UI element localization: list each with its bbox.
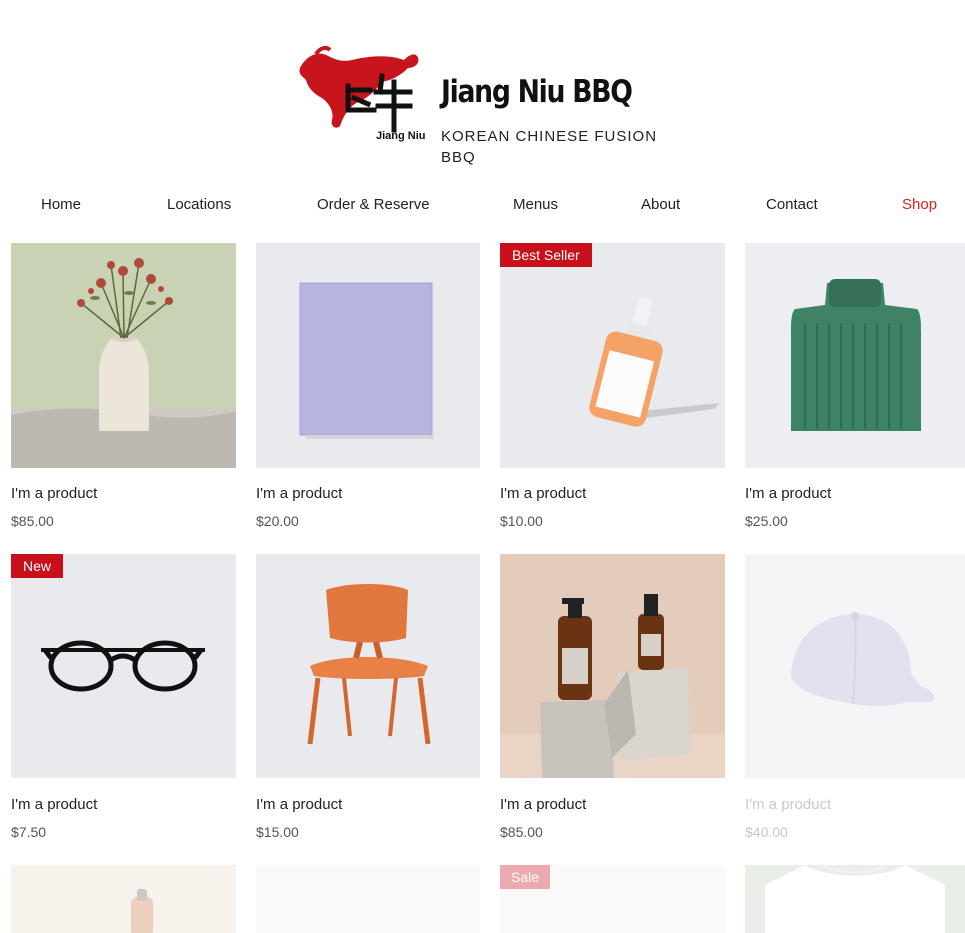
product-image-blank[interactable] — [256, 865, 481, 933]
product-price: $85.00 — [11, 513, 54, 529]
product-name[interactable]: I'm a product — [256, 485, 342, 502]
nav-item-home[interactable]: Home — [41, 196, 81, 213]
site-header: Jiang Niu Jiang Niu BBQ KOREAN CHINESE F… — [0, 0, 965, 180]
sale-badge: Sale — [500, 865, 551, 889]
nav-item-order-reserve[interactable]: Order & Reserve — [317, 196, 430, 213]
nav-item-locations[interactable]: Locations — [167, 196, 231, 213]
product-price: $15.00 — [256, 824, 299, 840]
product-gallery: I'm a product $85.00 I'm a product $20.0… — [0, 243, 965, 933]
product-image-chair[interactable] — [256, 554, 481, 779]
product-name[interactable]: I'm a product — [11, 796, 97, 813]
site-tagline: KOREAN CHINESE FUSION BBQ — [441, 128, 658, 166]
brand-logo[interactable]: Jiang Niu — [296, 45, 430, 144]
main-nav: Home Locations Order & Reserve Menus Abo… — [0, 196, 965, 224]
site-title[interactable]: Jiang Niu BBQ — [441, 74, 633, 110]
product-name[interactable]: I'm a product — [745, 796, 831, 813]
new-badge: New — [11, 554, 64, 578]
product-name[interactable]: I'm a product — [256, 796, 342, 813]
nav-item-menus[interactable]: Menus — [513, 196, 558, 213]
best-seller-badge: Best Seller — [500, 243, 592, 267]
product-price: $40.00 — [745, 824, 788, 840]
product-image-eyeglasses[interactable]: New — [11, 554, 236, 779]
product-image-sale-item[interactable]: Sale — [500, 865, 725, 933]
product-image-baseball-cap[interactable] — [745, 554, 965, 779]
product-name[interactable]: I'm a product — [745, 485, 831, 502]
nav-item-contact[interactable]: Contact — [766, 196, 818, 213]
product-name[interactable]: I'm a product — [500, 485, 586, 502]
product-price: $25.00 — [745, 513, 788, 529]
product-price: $7.50 — [11, 824, 47, 840]
product-image-water-bottle[interactable] — [11, 865, 236, 933]
product-image-tote-bag[interactable] — [256, 243, 481, 468]
product-image-serum-bottle[interactable]: Best Seller — [500, 243, 725, 468]
product-name[interactable]: I'm a product — [11, 485, 97, 502]
logo-text: Jiang Niu — [376, 130, 426, 142]
product-price: $85.00 — [500, 824, 543, 840]
product-name[interactable]: I'm a product — [500, 796, 586, 813]
nav-item-about[interactable]: About — [641, 196, 680, 213]
product-price: $20.00 — [256, 513, 299, 529]
product-image-vase[interactable] — [11, 243, 236, 468]
product-image-sweater[interactable] — [745, 243, 965, 468]
product-image-tshirt[interactable] — [745, 865, 965, 933]
product-price: $10.00 — [500, 513, 543, 529]
product-image-amber-bottles[interactable] — [500, 554, 725, 779]
nav-item-shop[interactable]: Shop — [902, 196, 937, 213]
